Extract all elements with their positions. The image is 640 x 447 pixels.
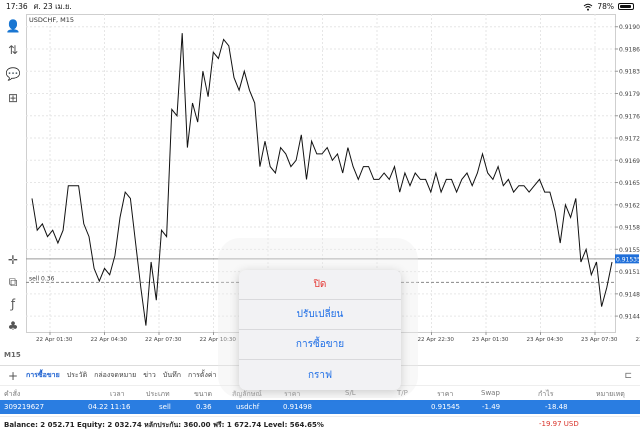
menu-item-modify[interactable]: ปรับเปลี่ยน bbox=[239, 300, 401, 330]
status-time: 17:36 bbox=[6, 2, 28, 11]
battery-icon bbox=[618, 3, 634, 10]
row-swap: -1.49 bbox=[482, 403, 501, 411]
wifi-icon bbox=[583, 3, 593, 11]
col-swap: Swap bbox=[481, 389, 500, 397]
tab-history[interactable]: ประวัติ bbox=[67, 370, 87, 381]
order-context-menu: ปิด ปรับเปลี่ยน การซื้อขาย กราฟ bbox=[239, 270, 401, 390]
left-toolbar: 👤 ⇅ 💬 ⊞ ✛ ⧉ ƒ ♣ bbox=[0, 14, 26, 364]
collapse-panel-icon[interactable]: ⊏ bbox=[624, 371, 632, 381]
col-order: คำสั่ง bbox=[4, 390, 21, 398]
tab-journal[interactable]: บันทึก bbox=[163, 370, 181, 381]
y-tick-label: 0.91865 bbox=[619, 46, 640, 53]
x-tick-label: 22 Apr 04:30 bbox=[91, 337, 128, 343]
sell-level-label: sell 0.36 bbox=[29, 275, 55, 282]
col-current-price: ราคา bbox=[437, 390, 454, 398]
x-tick-label: 23 Apr 01:30 bbox=[472, 337, 509, 343]
indicators-icon[interactable]: ⧉ bbox=[3, 272, 23, 292]
x-tick-label: 22 Apr 22:30 bbox=[418, 337, 455, 343]
status-date: ศ. 23 เม.ย. bbox=[33, 1, 72, 11]
tab-mailbox[interactable]: กล่องจดหมาย bbox=[94, 370, 136, 381]
timeframe-button[interactable]: M15 bbox=[4, 351, 21, 359]
y-tick-label: 0.91655 bbox=[619, 180, 640, 187]
menu-item-close[interactable]: ปิด bbox=[239, 270, 401, 300]
x-tick-label: 23 Apr 04:30 bbox=[527, 337, 564, 343]
current-price-label: 0.91535 bbox=[616, 256, 640, 263]
bottom-spacer bbox=[0, 432, 640, 447]
row-open-price: 0.91498 bbox=[283, 403, 312, 411]
new-order-icon[interactable]: ⊞ bbox=[3, 88, 23, 108]
chat-icon[interactable]: 💬 bbox=[3, 64, 23, 84]
tab-trade[interactable]: การซื้อขาย bbox=[26, 370, 60, 381]
y-tick-label: 0.91515 bbox=[619, 269, 640, 276]
row-profit: -18.48 bbox=[545, 403, 568, 411]
add-icon[interactable]: + bbox=[0, 369, 26, 383]
x-tick-label: 23 Apr 07:30 bbox=[581, 337, 618, 343]
y-tick-label: 0.91795 bbox=[619, 91, 640, 98]
crosshair-icon[interactable]: ✛ bbox=[3, 250, 23, 270]
row-volume: 0.36 bbox=[196, 403, 212, 411]
row-symbol: usdchf bbox=[236, 403, 260, 411]
col-comment: หมายเหตุ bbox=[596, 390, 625, 398]
menu-item-trade[interactable]: การซื้อขาย bbox=[239, 330, 401, 360]
status-right: 78% bbox=[583, 2, 634, 11]
tab-settings[interactable]: การตั้งค่า bbox=[188, 370, 217, 381]
table-row[interactable]: 309219627 04.22 11:16 sell 0.36 usdchf 0… bbox=[0, 400, 640, 414]
x-tick-label: 22 Apr 07:30 bbox=[145, 337, 182, 343]
y-tick-label: 0.91830 bbox=[619, 69, 640, 76]
y-tick-label: 0.91690 bbox=[619, 158, 640, 165]
objects-icon[interactable]: ♣ bbox=[3, 316, 23, 336]
app-root: 17:36 ศ. 23 เม.ย. 78% 👤 ⇅ 💬 ⊞ ✛ ⧉ ƒ ♣ M15 0.919… bbox=[0, 0, 640, 447]
y-tick-label: 0.91480 bbox=[619, 291, 640, 298]
col-profit: กำไร bbox=[538, 390, 554, 398]
y-tick-label: 0.91620 bbox=[619, 202, 640, 209]
y-tick-label: 0.91445 bbox=[619, 314, 640, 321]
function-icon[interactable]: ƒ bbox=[3, 294, 23, 314]
battery-fill bbox=[620, 5, 631, 8]
x-tick-label: 22 Apr 01:30 bbox=[36, 337, 73, 343]
trade-arrows-icon[interactable]: ⇅ bbox=[3, 40, 23, 60]
y-tick-label: 0.91760 bbox=[619, 113, 640, 120]
row-order: 309219627 bbox=[4, 403, 45, 411]
y-tick-label: 0.91550 bbox=[619, 247, 640, 254]
menu-item-chart[interactable]: กราฟ bbox=[239, 360, 401, 390]
col-volume: ขนาด bbox=[194, 390, 213, 398]
y-tick-label: 0.91900 bbox=[619, 24, 640, 31]
col-time: เวลา bbox=[110, 390, 125, 398]
row-current-price: 0.91545 bbox=[431, 403, 460, 411]
balance-bar: Balance: 2 052.71 Equity: 2 032.74 หลักป… bbox=[0, 416, 640, 430]
row-time: 04.22 11:16 bbox=[88, 403, 131, 411]
x-tick-label: 23 Apr 10:30 bbox=[636, 337, 640, 343]
tab-news[interactable]: ข่าว bbox=[143, 370, 156, 381]
balance-summary: Balance: 2 052.71 Equity: 2 032.74 หลักป… bbox=[4, 421, 324, 429]
user-icon[interactable]: 👤 bbox=[3, 16, 23, 36]
chart-symbol-label: USDCHF, M15 bbox=[29, 16, 75, 24]
status-bar: 17:36 ศ. 23 เม.ย. 78% bbox=[0, 0, 640, 13]
battery-percent: 78% bbox=[597, 2, 614, 11]
y-tick-label: 0.91585 bbox=[619, 225, 640, 232]
col-type: ประเภท bbox=[146, 390, 170, 398]
row-type: sell bbox=[159, 403, 171, 411]
floating-profit-total: -19.97 USD bbox=[539, 420, 579, 428]
y-tick-label: 0.91725 bbox=[619, 136, 640, 143]
